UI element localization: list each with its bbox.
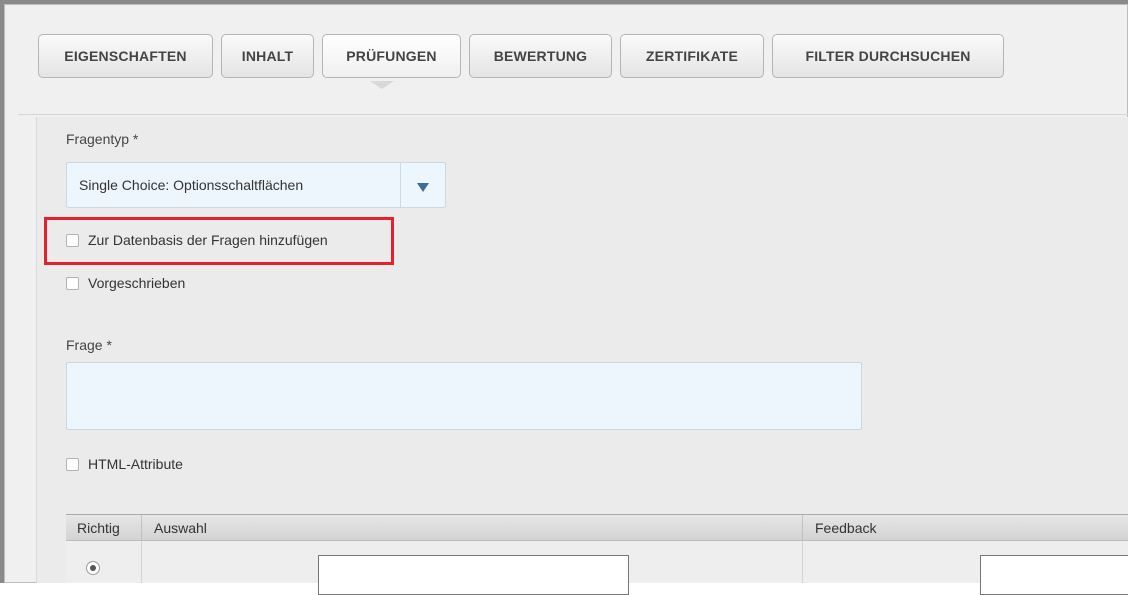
dropdown-toggle[interactable] xyxy=(400,163,445,207)
feedback-input[interactable] xyxy=(980,555,1128,595)
column-header-feedback: Feedback xyxy=(815,520,877,536)
add-to-database-option[interactable]: Zur Datenbasis der Fragen hinzufügen xyxy=(66,232,328,248)
mandatory-checkbox[interactable] xyxy=(66,276,79,290)
question-type-value: Single Choice: Optionsschaltflächen xyxy=(79,177,304,193)
column-divider xyxy=(141,541,142,583)
column-header-richtig: Richtig xyxy=(66,515,142,541)
tab-eigenschaften[interactable]: EIGENSCHAFTEN xyxy=(38,34,213,78)
correct-radio[interactable] xyxy=(86,561,100,575)
tab-zertifikate[interactable]: ZERTIFIKATE xyxy=(620,34,764,78)
html-attributes-label: HTML-Attribute xyxy=(88,456,183,472)
choice-input[interactable] xyxy=(318,555,629,595)
question-label: Frage * xyxy=(66,337,112,353)
question-type-label: Fragentyp * xyxy=(66,131,139,147)
add-to-database-checkbox[interactable] xyxy=(66,233,79,247)
table-header: Richtig Auswahl Feedback xyxy=(66,514,1128,541)
active-tab-pointer xyxy=(370,81,394,89)
tab-pruefungen[interactable]: PRÜFUNGEN xyxy=(322,34,461,78)
answers-table: Richtig Auswahl Feedback xyxy=(66,514,1128,595)
add-to-database-label: Zur Datenbasis der Fragen hinzufügen xyxy=(88,232,328,248)
tab-filter-durchsuchen[interactable]: FILTER DURCHSUCHEN xyxy=(772,34,1004,78)
chevron-down-icon xyxy=(417,182,429,192)
window-frame: EIGENSCHAFTEN INHALT PRÜFUNGEN BEWERTUNG… xyxy=(0,0,1128,595)
tab-bewertung[interactable]: BEWERTUNG xyxy=(469,34,612,78)
html-attributes-option[interactable]: HTML-Attribute xyxy=(66,456,183,472)
tab-inhalt[interactable]: INHALT xyxy=(221,34,314,78)
tab-divider xyxy=(18,114,1128,115)
question-type-select[interactable]: Single Choice: Optionsschaltflächen xyxy=(66,162,446,208)
table-row xyxy=(66,541,1128,595)
column-header-auswahl: Auswahl xyxy=(142,515,803,541)
mandatory-option[interactable]: Vorgeschrieben xyxy=(66,275,185,291)
column-divider xyxy=(802,541,803,583)
mandatory-label: Vorgeschrieben xyxy=(88,275,186,291)
html-attributes-checkbox[interactable] xyxy=(66,457,79,471)
question-textarea[interactable] xyxy=(66,362,862,430)
